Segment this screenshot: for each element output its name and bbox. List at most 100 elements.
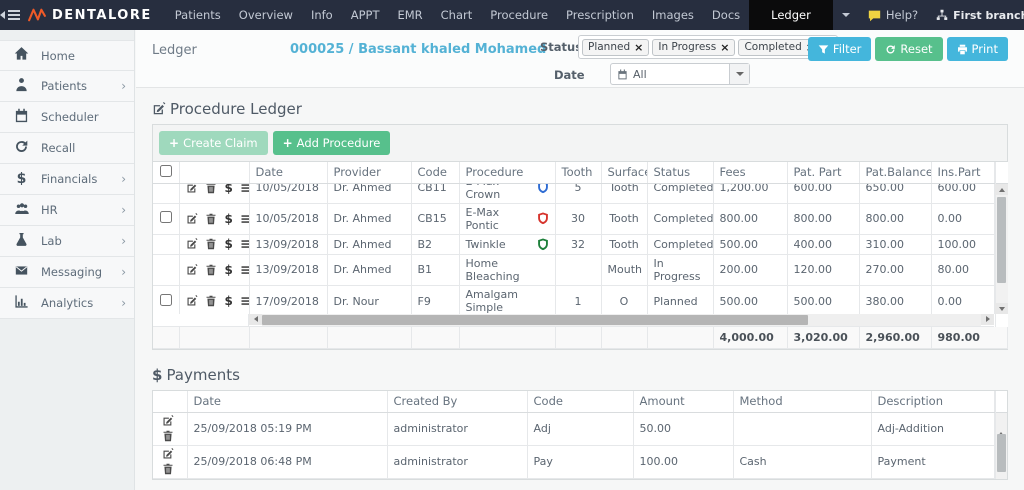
cell-status: In Progress bbox=[647, 254, 713, 285]
details-icon[interactable] bbox=[240, 264, 249, 276]
sidebar-item-hr[interactable]: HR › bbox=[0, 195, 134, 226]
edit-icon[interactable] bbox=[162, 415, 174, 427]
cell-fees: 500.00 bbox=[713, 234, 787, 254]
scroll-left-arrow[interactable] bbox=[249, 314, 262, 325]
details-icon[interactable] bbox=[240, 184, 249, 194]
sidebar-item-lab[interactable]: Lab › bbox=[0, 226, 134, 257]
filter-button[interactable]: Filter bbox=[808, 37, 871, 61]
payment-row: 25/09/2018 06:48 PM administrator Pay 10… bbox=[153, 445, 994, 478]
print-button[interactable]: Print bbox=[947, 37, 1008, 61]
sidebar-item-analytics[interactable]: Analytics › bbox=[0, 288, 134, 319]
details-icon[interactable] bbox=[240, 213, 249, 225]
cell-fees: 800.00 bbox=[713, 203, 787, 234]
delete-icon[interactable] bbox=[162, 430, 174, 442]
col-provider: Provider bbox=[327, 162, 411, 183]
nav-item-appt[interactable]: APPT bbox=[342, 0, 389, 30]
procedure-row[interactable]: $ 13/09/2018 Dr. Ahmed B2 Twinkle 32 Too… bbox=[153, 234, 994, 254]
cell-surface: Tooth bbox=[601, 184, 647, 204]
sidebar-item-messaging[interactable]: Messaging › bbox=[0, 257, 134, 288]
scroll-down-arrow[interactable] bbox=[995, 303, 1008, 314]
delete-icon[interactable] bbox=[205, 213, 217, 225]
cell-ins-part: 0.00 bbox=[931, 285, 994, 314]
scrollbar-thumb[interactable] bbox=[262, 315, 808, 325]
payment-icon[interactable]: $ bbox=[225, 237, 233, 251]
edit-icon[interactable] bbox=[186, 264, 198, 276]
payment-icon[interactable]: $ bbox=[225, 184, 233, 195]
col-code: Code bbox=[411, 162, 459, 183]
nav-item-info[interactable]: Info bbox=[302, 0, 342, 30]
app-logo[interactable]: DENTALORE bbox=[20, 0, 166, 30]
cell-date: 10/05/2018 bbox=[249, 203, 327, 234]
vertical-scrollbar[interactable] bbox=[996, 413, 1008, 479]
vertical-scrollbar[interactable] bbox=[996, 184, 1008, 314]
sidebar-item-recall[interactable]: Recall bbox=[0, 133, 134, 164]
nav-item-chart[interactable]: Chart bbox=[432, 0, 482, 30]
edit-icon bbox=[152, 102, 166, 116]
branch-selector[interactable]: First branch bbox=[927, 0, 1024, 30]
remove-tag-icon[interactable]: × bbox=[720, 41, 729, 54]
nav-item-patients[interactable]: Patients bbox=[166, 0, 230, 30]
sidebar-item-patients[interactable]: Patients › bbox=[0, 71, 134, 102]
add-procedure-button[interactable]: + Add Procedure bbox=[273, 131, 391, 155]
cell-code: Pay bbox=[527, 445, 633, 478]
payment-icon[interactable]: $ bbox=[225, 212, 233, 226]
delete-icon[interactable] bbox=[205, 295, 217, 307]
scroll-up-arrow[interactable] bbox=[995, 184, 1008, 195]
sidebar-item-scheduler[interactable]: Scheduler bbox=[0, 102, 134, 133]
status-filter-input[interactable]: Planned × In Progress × Completed × bbox=[578, 35, 838, 59]
analytics-chart-icon bbox=[13, 294, 30, 313]
delete-icon[interactable] bbox=[205, 238, 217, 250]
procedure-row[interactable]: $ 10/05/2018 Dr. Ahmed CB15 E-Max Pontic… bbox=[153, 203, 994, 234]
payment-icon[interactable]: $ bbox=[225, 294, 233, 308]
procedure-row[interactable]: $ 10/05/2018 Dr. Ahmed CB11 E-Max Crown … bbox=[153, 184, 994, 204]
payment-icon[interactable]: $ bbox=[225, 263, 233, 277]
delete-icon[interactable] bbox=[205, 184, 217, 194]
scrollbar-thumb[interactable] bbox=[997, 197, 1006, 283]
nav-item-prescription[interactable]: Prescription bbox=[557, 0, 643, 30]
nav-item-ledger[interactable]: Ledger bbox=[749, 0, 833, 30]
nav-item-procedure[interactable]: Procedure bbox=[481, 0, 557, 30]
nav-item-overview[interactable]: Overview bbox=[230, 0, 302, 30]
lab-flask-icon bbox=[13, 232, 30, 251]
date-filter-select[interactable]: All bbox=[610, 63, 750, 85]
scrollbar-thumb[interactable] bbox=[997, 434, 1006, 472]
reset-button[interactable]: Reset bbox=[875, 37, 942, 61]
cell-pat-part: 500.00 bbox=[787, 285, 859, 314]
col-status: Status bbox=[647, 162, 713, 183]
delete-icon[interactable] bbox=[205, 264, 217, 276]
details-icon[interactable] bbox=[240, 238, 249, 250]
nav-item-docs[interactable]: Docs bbox=[703, 0, 749, 30]
plus-icon: + bbox=[283, 136, 293, 150]
scroll-right-arrow[interactable] bbox=[981, 314, 994, 325]
patient-link[interactable]: 000025 / Bassant khaled Mohamed bbox=[290, 42, 546, 57]
status-tag-in-progress: In Progress × bbox=[652, 39, 735, 56]
edit-icon[interactable] bbox=[186, 184, 198, 194]
sidebar-item-financials[interactable]: $ Financials › bbox=[0, 164, 134, 195]
edit-icon[interactable] bbox=[186, 238, 198, 250]
remove-tag-icon[interactable]: × bbox=[634, 41, 643, 54]
row-checkbox[interactable] bbox=[160, 211, 172, 223]
create-claim-button[interactable]: + Create Claim bbox=[159, 131, 268, 155]
row-checkbox[interactable] bbox=[160, 294, 172, 306]
sidebar-toggle-icon[interactable] bbox=[0, 0, 20, 30]
procedure-row[interactable]: $ 17/09/2018 Dr. Nour F9 Amalgam Simple … bbox=[153, 285, 994, 314]
shield-red-icon bbox=[537, 212, 549, 225]
horizontal-scrollbar[interactable] bbox=[153, 314, 994, 327]
details-icon[interactable] bbox=[240, 295, 249, 307]
select-caret-button[interactable] bbox=[729, 64, 749, 84]
edit-icon[interactable] bbox=[162, 448, 174, 460]
delete-icon[interactable] bbox=[162, 463, 174, 475]
nav-item-emr[interactable]: EMR bbox=[388, 0, 431, 30]
scroll-up-arrow[interactable] bbox=[998, 413, 1004, 432]
cell-code: F9 bbox=[411, 285, 459, 314]
nav-more-dropdown[interactable] bbox=[833, 0, 859, 30]
nav-item-images[interactable]: Images bbox=[643, 0, 703, 30]
select-all-checkbox[interactable] bbox=[160, 165, 172, 177]
procedure-row[interactable]: $ 13/09/2018 Dr. Ahmed B1 Home Bleaching… bbox=[153, 254, 994, 285]
help-button[interactable]: Help? bbox=[859, 0, 927, 30]
cell-pat-part: 400.00 bbox=[787, 234, 859, 254]
edit-icon[interactable] bbox=[186, 213, 198, 225]
cell-method bbox=[733, 412, 871, 445]
sidebar-item-home[interactable]: Home bbox=[0, 40, 134, 71]
edit-icon[interactable] bbox=[186, 295, 198, 307]
